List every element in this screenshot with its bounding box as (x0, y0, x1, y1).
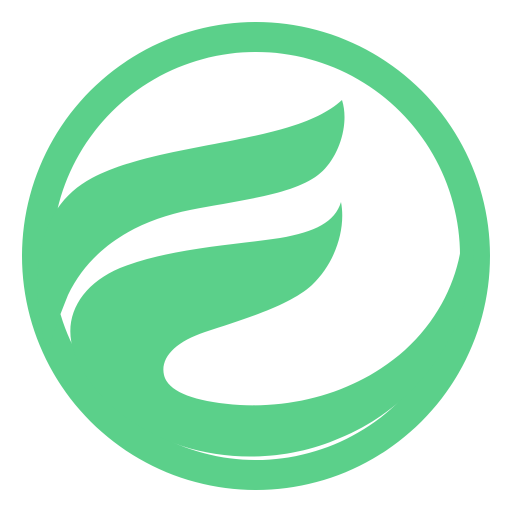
logo-canvas (0, 0, 512, 512)
green-leaf-circle-logo-icon (21, 22, 490, 490)
